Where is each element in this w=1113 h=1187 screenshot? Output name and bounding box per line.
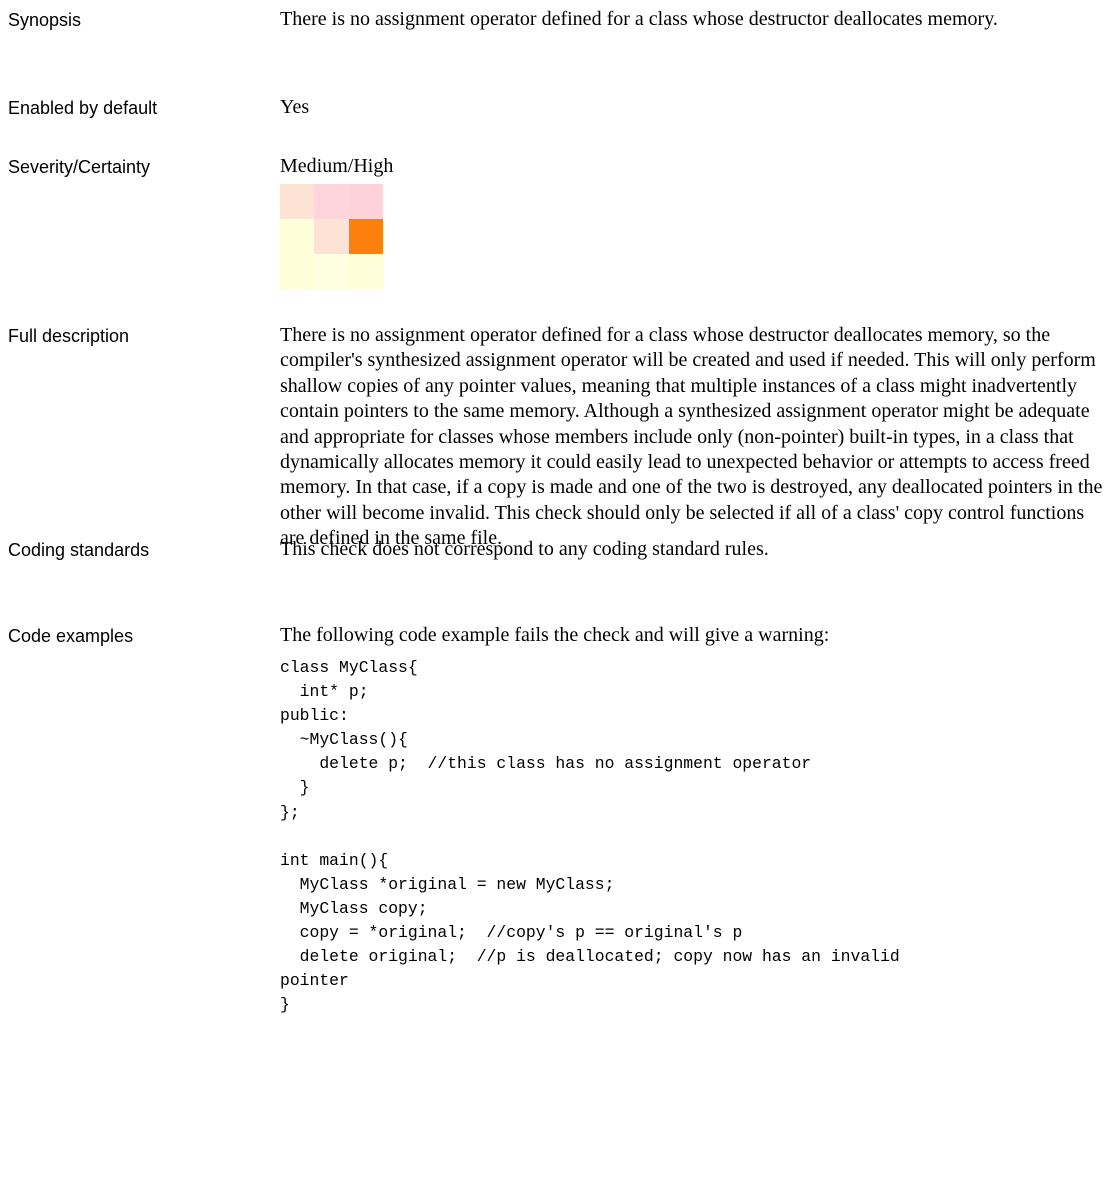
severity-matrix-cell: [348, 219, 383, 254]
coding-standards-label: Coding standards: [8, 540, 150, 560]
full-description-label: Full description: [8, 326, 130, 346]
severity-matrix-cell: [348, 184, 383, 219]
synopsis-text: There is no assignment operator defined …: [280, 8, 998, 30]
code-line: int main(){: [280, 850, 389, 870]
severity-matrix-cell: [280, 184, 315, 219]
code-line: ~MyClass(){: [280, 730, 408, 750]
code-line: delete original; //p is deallocated; cop…: [280, 947, 900, 967]
full-description-text: There is no assignment operator defined …: [280, 324, 1103, 550]
severity-matrix-cell: [314, 254, 349, 289]
code-line: delete p; //this class has no assignment…: [280, 754, 812, 774]
severity-matrix-cell: [314, 184, 349, 219]
code-examples-label: Code examples: [8, 626, 134, 646]
code-line: };: [280, 802, 300, 822]
severity-matrix-cell: [280, 254, 315, 289]
code-line: }: [280, 778, 310, 798]
severity-matrix: [280, 184, 383, 289]
code-line: pointer: [280, 971, 349, 991]
coding-standards-text: This check does not correspond to any co…: [280, 538, 769, 560]
code-examples-intro: The following code example fails the che…: [280, 624, 830, 646]
enabled-by-default-label: Enabled by default: [8, 98, 158, 118]
code-line: }: [280, 995, 290, 1015]
severity-matrix-cell: [280, 219, 315, 254]
code-line: class MyClass{: [280, 658, 418, 677]
enabled-by-default-value: Yes: [280, 96, 310, 118]
code-line: public:: [280, 706, 349, 726]
severity-matrix-cell: [314, 219, 349, 254]
code-example-block: class MyClass{ int* p; public: ~MyClass()…: [280, 656, 900, 1017]
severity-certainty-value: Medium/High: [280, 155, 394, 177]
synopsis-label: Synopsis: [8, 10, 82, 30]
code-line: int* p;: [280, 682, 369, 702]
code-line: copy = *original; //copy's p == original…: [280, 923, 743, 943]
severity-certainty-label: Severity/Certainty: [8, 157, 151, 177]
code-line: MyClass *original = new MyClass;: [280, 874, 615, 894]
code-line: MyClass copy;: [280, 898, 428, 918]
severity-matrix-cell: [348, 254, 383, 289]
